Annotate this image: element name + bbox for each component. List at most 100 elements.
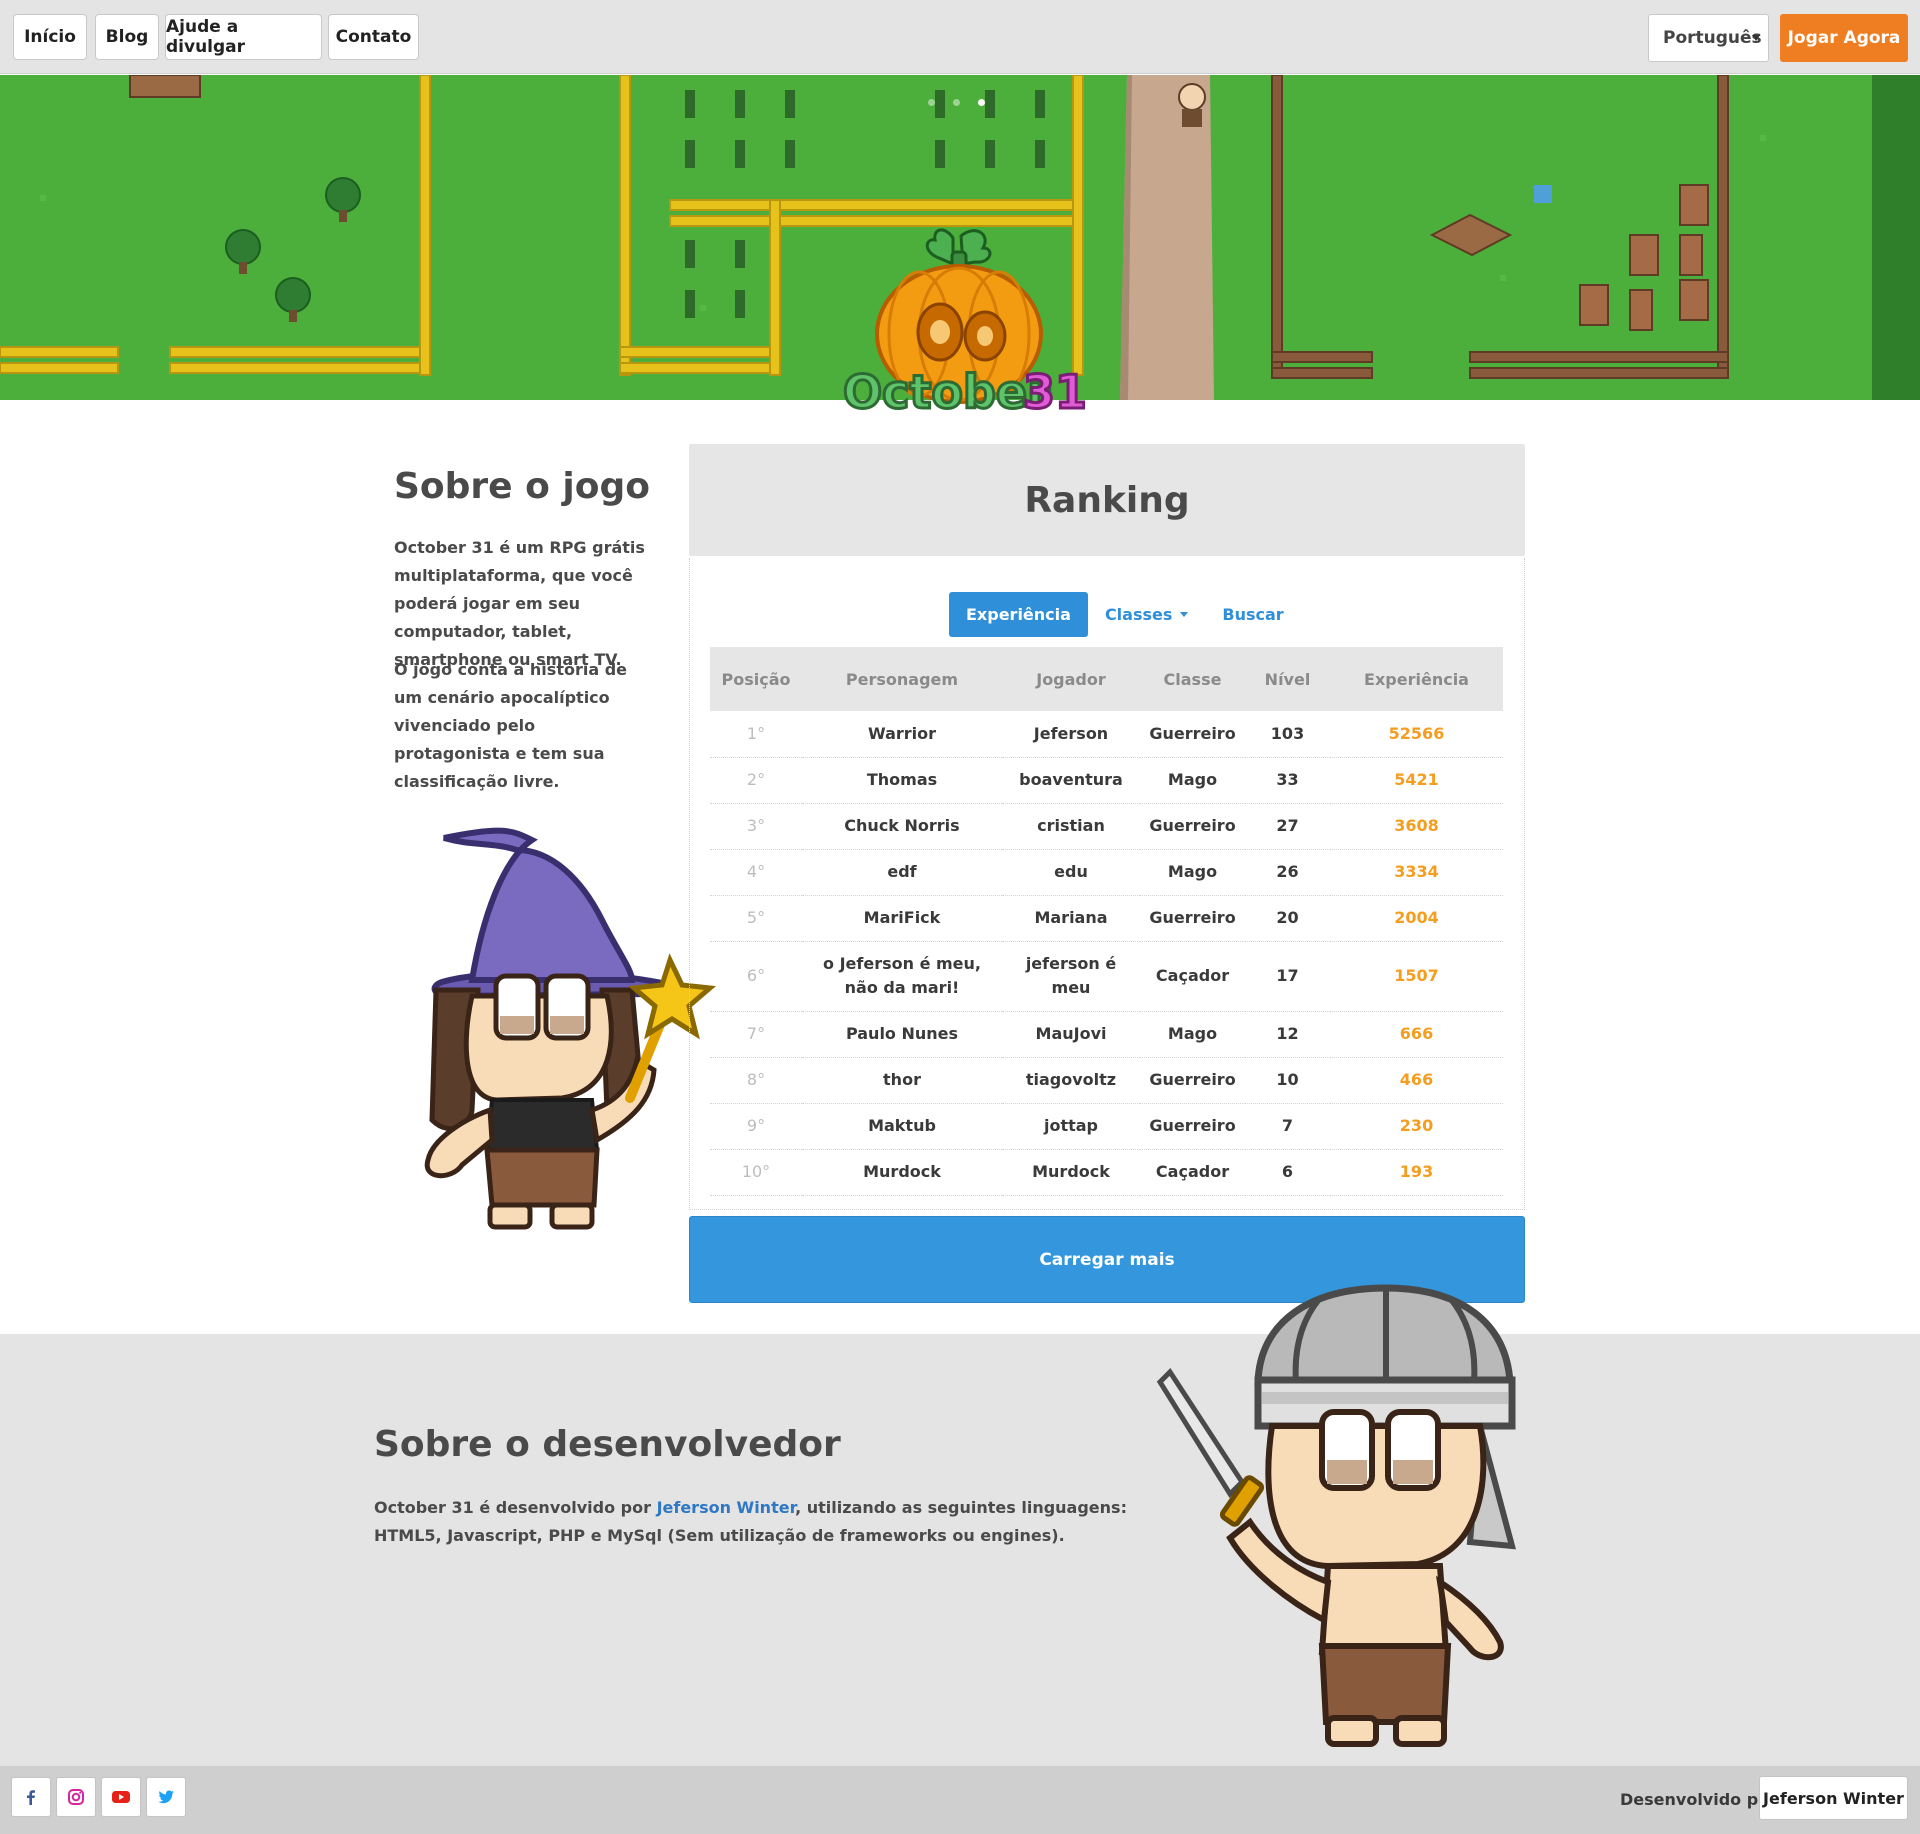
twitter-icon — [158, 1790, 174, 1804]
carousel-dot[interactable] — [928, 99, 935, 106]
instagram-icon — [68, 1789, 84, 1805]
nav-blog-button[interactable]: Blog — [95, 14, 159, 60]
cell-character: Warrior — [802, 711, 1002, 758]
ranking-table-header: Posição Personagem Jogador Classe Nível … — [710, 647, 1503, 711]
cell-character: edf — [802, 849, 1002, 896]
twitter-link[interactable] — [146, 1777, 186, 1817]
cell-character: MariFick — [802, 895, 1002, 942]
cell-position: 9° — [710, 1103, 802, 1150]
facebook-link[interactable] — [11, 1777, 51, 1817]
cell-level: 12 — [1245, 1011, 1330, 1058]
developer-text-before: October 31 é desenvolvido por — [374, 1498, 657, 1517]
table-row: 2° Thomas boaventura Mago 33 5421 — [710, 757, 1503, 804]
cell-character: Chuck Norris — [802, 803, 1002, 850]
developer-name-button[interactable]: Jeferson Winter — [1759, 1776, 1908, 1820]
cell-player: MauJovi — [1002, 1011, 1140, 1058]
cell-class: Mago — [1140, 1011, 1245, 1058]
table-row: 4° edf edu Mago 26 3334 — [710, 849, 1503, 896]
logo-text: October — [843, 365, 1050, 419]
table-row: 7° Paulo Nunes MauJovi Mago 12 666 — [710, 1011, 1503, 1058]
cell-experience: 230 — [1330, 1103, 1503, 1150]
table-row: 5° MariFick Mariana Guerreiro 20 2004 — [710, 895, 1503, 942]
cell-player: jottap — [1002, 1103, 1140, 1150]
cell-position: 6° — [710, 941, 802, 1012]
table-row: 6° o Jeferson é meu, não da mari! jefers… — [710, 941, 1503, 1012]
developer-link[interactable]: Jeferson Winter — [657, 1498, 796, 1517]
cell-position: 3° — [710, 803, 802, 850]
cell-character: Maktub — [802, 1103, 1002, 1150]
tab-experience[interactable]: Experiência — [949, 592, 1088, 637]
cell-position: 8° — [710, 1057, 802, 1104]
cell-class: Guerreiro — [1140, 1103, 1245, 1150]
chevron-down-icon — [1752, 35, 1760, 41]
cell-level: 20 — [1245, 895, 1330, 942]
ranking-title: Ranking — [1024, 479, 1190, 521]
col-player: Jogador — [1036, 669, 1106, 689]
tab-search[interactable]: Buscar — [1205, 592, 1300, 637]
cell-level: 26 — [1245, 849, 1330, 896]
youtube-link[interactable] — [101, 1777, 141, 1817]
tab-classes[interactable]: Classes — [1088, 592, 1205, 637]
cell-experience: 5421 — [1330, 757, 1503, 804]
cell-experience: 2004 — [1330, 895, 1503, 942]
cell-character: Murdock — [802, 1149, 1002, 1196]
cell-position: 1° — [710, 711, 802, 758]
cell-player: cristian — [1002, 803, 1140, 850]
table-row: 10° Murdock Murdock Caçador 6 193 — [710, 1149, 1503, 1196]
carousel-dot[interactable] — [953, 99, 960, 106]
play-now-button[interactable]: Jogar Agora — [1780, 14, 1908, 62]
cell-level: 10 — [1245, 1057, 1330, 1104]
table-row: 8° thor tiagovoltz Guerreiro 10 466 — [710, 1057, 1503, 1104]
facebook-icon — [27, 1790, 35, 1805]
cell-position: 5° — [710, 895, 802, 942]
cell-class: Mago — [1140, 849, 1245, 896]
cell-character: Thomas — [802, 757, 1002, 804]
carousel-dot-active[interactable] — [978, 99, 985, 106]
cell-level: 17 — [1245, 941, 1330, 1012]
cell-experience: 666 — [1330, 1011, 1503, 1058]
cell-experience: 1507 — [1330, 941, 1503, 1012]
nav-home-button[interactable]: Início — [13, 14, 87, 60]
cell-experience: 193 — [1330, 1149, 1503, 1196]
language-select[interactable]: Português — [1648, 14, 1769, 62]
cell-experience: 3608 — [1330, 803, 1503, 850]
youtube-icon — [112, 1791, 130, 1803]
cell-experience: 52566 — [1330, 711, 1503, 758]
cell-level: 7 — [1245, 1103, 1330, 1150]
cell-level: 6 — [1245, 1149, 1330, 1196]
knight-character-illustration — [1156, 1284, 1517, 1747]
cell-position: 7° — [710, 1011, 802, 1058]
cell-character: o Jeferson é meu, não da mari! — [802, 941, 1002, 1012]
cell-level: 33 — [1245, 757, 1330, 804]
cell-class: Guerreiro — [1140, 803, 1245, 850]
col-level: Nível — [1264, 669, 1311, 689]
cell-level: 27 — [1245, 803, 1330, 850]
cell-player: edu — [1002, 849, 1140, 896]
october31-logo: October 31 — [842, 228, 1085, 421]
cell-player: boaventura — [1002, 757, 1140, 804]
cell-position: 10° — [710, 1149, 802, 1196]
top-navbar: Início Blog Ajude a divulgar Contato Por… — [0, 0, 1920, 74]
about-game-title: Sobre o jogo — [394, 466, 650, 507]
ranking-header: Ranking — [689, 444, 1525, 556]
language-select-value: Português — [1663, 28, 1762, 48]
cell-class: Caçador — [1140, 1149, 1245, 1196]
table-row: 3° Chuck Norris cristian Guerreiro 27 36… — [710, 803, 1503, 850]
nav-help-spread-button[interactable]: Ajude a divulgar — [165, 14, 322, 60]
instagram-link[interactable] — [56, 1777, 96, 1817]
tab-classes-label: Classes — [1104, 605, 1173, 624]
svg-text:31: 31 — [1023, 365, 1085, 419]
col-position: Posição — [721, 669, 791, 689]
cell-class: Guerreiro — [1140, 711, 1245, 758]
cell-character: Paulo Nunes — [802, 1011, 1002, 1058]
nav-contact-button[interactable]: Contato — [328, 14, 419, 60]
cell-class: Caçador — [1140, 941, 1245, 1012]
ranking-tabs: Experiência Classes Buscar — [949, 592, 1301, 637]
about-developer-section — [0, 1334, 1920, 1766]
cell-player: tiagovoltz — [1002, 1057, 1140, 1104]
cell-class: Guerreiro — [1140, 895, 1245, 942]
cell-player: jeferson é meu — [1002, 941, 1140, 1012]
cell-experience: 466 — [1330, 1057, 1503, 1104]
about-developer-text: October 31 é desenvolvido por Jeferson W… — [374, 1494, 1144, 1550]
cell-player: Murdock — [1002, 1149, 1140, 1196]
